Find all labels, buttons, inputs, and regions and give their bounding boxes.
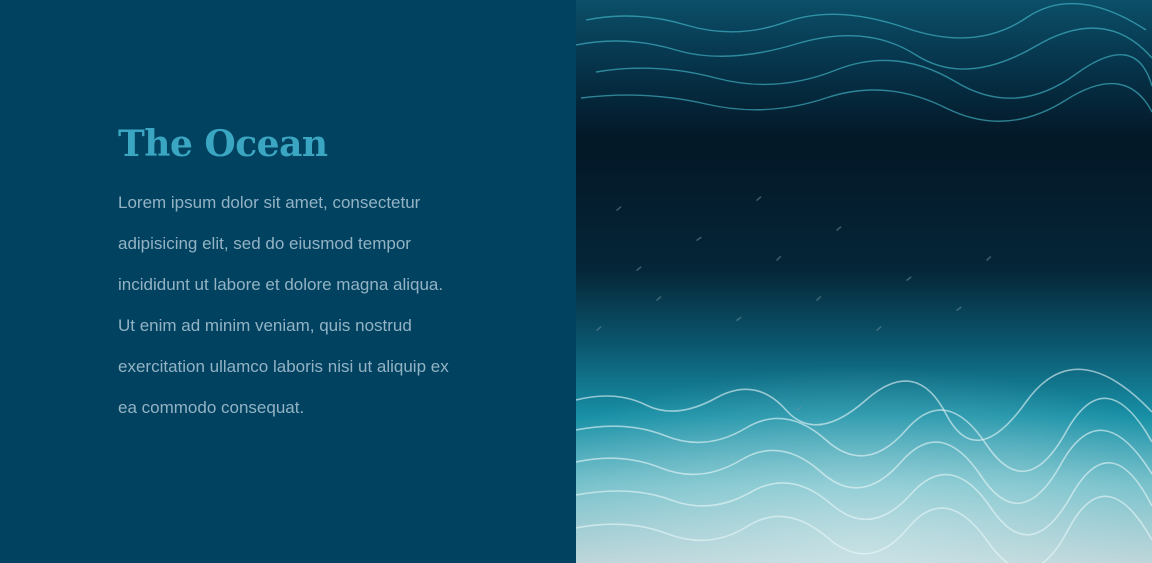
text-panel: The Ocean Lorem ipsum dolor sit amet, co… [0, 0, 576, 563]
section-body: Lorem ipsum dolor sit amet, consectetur … [118, 193, 449, 417]
ocean-image [576, 0, 1152, 563]
page: The Ocean Lorem ipsum dolor sit amet, co… [0, 0, 1152, 563]
section-title: The Ocean [118, 123, 328, 165]
content-block: The Ocean Lorem ipsum dolor sit amet, co… [118, 120, 463, 428]
underwater-photo [576, 0, 1152, 563]
